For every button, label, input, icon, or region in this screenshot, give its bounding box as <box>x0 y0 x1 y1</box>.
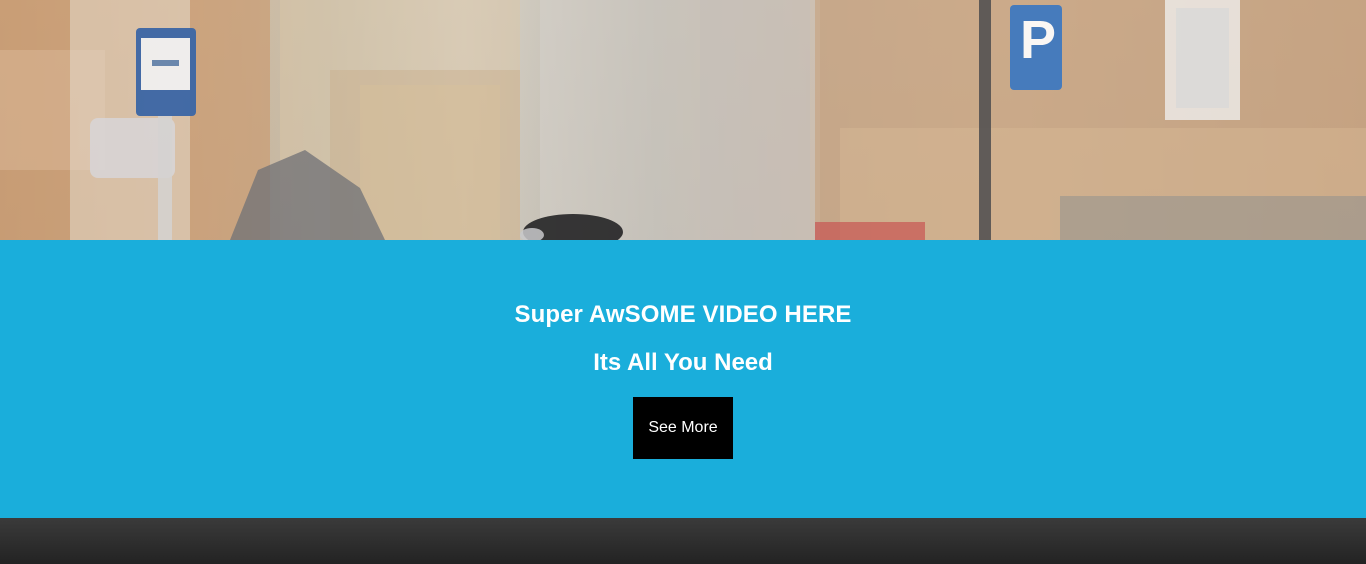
video-hero: P Super AwSOME VIDEO HERE Its All You Ne… <box>0 0 1366 564</box>
hero-subtitle: Its All You Need <box>593 349 773 376</box>
hero-band: Super AwSOME VIDEO HERE Its All You Need… <box>0 240 1366 518</box>
svg-text:P: P <box>1020 10 1056 70</box>
bottom-ground-overlay <box>0 517 1366 564</box>
hero-title: Super AwSOME VIDEO HERE <box>514 301 852 328</box>
see-more-button[interactable]: See More <box>633 397 733 459</box>
